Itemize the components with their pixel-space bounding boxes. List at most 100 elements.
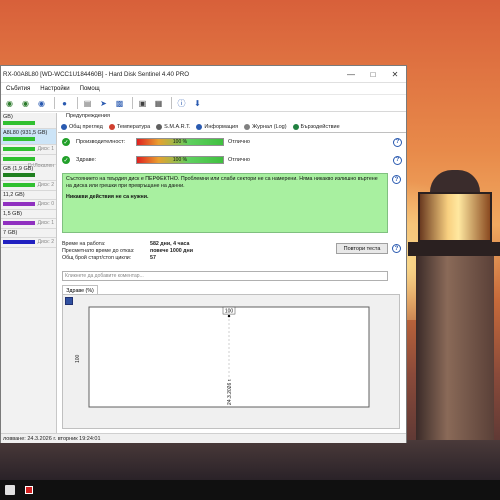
info-row: Пресметнато време до отказ: повече 1000 д… bbox=[62, 248, 262, 255]
disk-info-icon[interactable]: ◉ bbox=[35, 97, 48, 110]
help-icon[interactable]: ? bbox=[393, 137, 402, 147]
minimize-button[interactable]: — bbox=[340, 66, 362, 83]
disk-entry-0[interactable]: GB) bbox=[1, 113, 56, 129]
tab-performance[interactable]: Бързодействие bbox=[290, 124, 343, 130]
save-icon[interactable] bbox=[65, 297, 73, 305]
toolbar: ◉ ◉ ◉ ● ▤ ➤ ▩ ▣ ▦ ⓘ ⬇ bbox=[1, 95, 406, 112]
tab-label: Температура bbox=[116, 124, 151, 130]
status-action: Никакви действия не са нужни. bbox=[66, 193, 149, 200]
disk-list-panel: GB) A8L80 (931,5 GB) Диск: 1 D:\Локален … bbox=[1, 113, 57, 433]
info-key: Пресметнато време до отказ: bbox=[62, 248, 135, 254]
disk-label: A8L80 (931,5 GB) bbox=[3, 130, 48, 136]
disk-health-bar bbox=[3, 240, 35, 244]
app-taskbar-icon[interactable] bbox=[25, 486, 33, 494]
info-row: Общ брой старт/стоп цикли: 57 bbox=[62, 255, 262, 262]
tab-smart[interactable]: S.M.A.R.T. bbox=[153, 124, 193, 130]
info-value: 582 дни, 4 часа bbox=[150, 241, 190, 247]
ground bbox=[0, 440, 500, 480]
disk-health-bar bbox=[3, 121, 35, 125]
tab-bar: Общ преглед Температура S.M.A.R.T. Инфор… bbox=[58, 122, 406, 133]
tab-log[interactable]: Журнал (Log) bbox=[241, 124, 289, 130]
menu-events[interactable]: Събития bbox=[1, 86, 35, 92]
metric-label: Здраве: bbox=[76, 157, 97, 163]
performance-meter: 100 % bbox=[136, 138, 224, 146]
disk-entry-11[interactable]: Диск: 2 bbox=[1, 238, 56, 248]
disk-sub-label: Диск: 1 bbox=[37, 220, 54, 226]
tab-overview[interactable]: Общ преглед bbox=[58, 124, 106, 130]
menu-settings[interactable]: Настройки bbox=[35, 86, 74, 92]
help-icon[interactable]: ? bbox=[392, 175, 401, 184]
metric-status: Отлично bbox=[228, 139, 250, 145]
data-label: 100 bbox=[225, 309, 234, 315]
globe-icon[interactable]: ● bbox=[58, 97, 71, 110]
title-bar[interactable]: RX-00A8L80 [WD-WCC1U184460B] - Hard Disk… bbox=[1, 66, 406, 83]
tab-warnings[interactable]: Предупреждения bbox=[58, 113, 406, 122]
tab-temperature[interactable]: Температура bbox=[106, 124, 153, 130]
lighthouse-roof bbox=[430, 170, 480, 192]
toolbar-separator bbox=[132, 97, 133, 109]
close-button[interactable]: ✕ bbox=[384, 66, 406, 83]
menu-bar: Събития Настройки Помощ bbox=[1, 83, 406, 95]
disk-entry-3[interactable]: D:\Локален bbox=[1, 155, 56, 169]
disk-health-bar bbox=[3, 147, 35, 151]
toolbar-separator bbox=[54, 97, 55, 109]
info-value: повече 1000 дни bbox=[150, 248, 194, 254]
performance-row: ✓ Производителност: 100 % Отлично ? bbox=[62, 136, 402, 148]
repeat-test-button[interactable]: Повтори теста bbox=[336, 243, 388, 254]
document-icon[interactable]: ▤ bbox=[81, 97, 94, 110]
comment-input[interactable]: Кликнете да добавите коментар... bbox=[62, 271, 388, 281]
disk-check-icon[interactable]: ◉ bbox=[19, 97, 32, 110]
disk-sub-label: Диск: 2 bbox=[37, 182, 54, 188]
health-chart-area: 24.3.2026 г. 100 100 bbox=[62, 294, 400, 429]
status-bar: ловване: 24.3.2026 г. вторник 19:24:01 bbox=[1, 433, 406, 443]
disk-entry-9[interactable]: Диск: 1 bbox=[1, 219, 56, 229]
tab-label: Журнал (Log) bbox=[252, 124, 287, 130]
report-icon[interactable]: ▩ bbox=[113, 97, 126, 110]
check-icon: ✓ bbox=[62, 156, 70, 164]
info-row: Време на работа: 582 дни, 4 часа bbox=[62, 241, 262, 248]
options-icon[interactable]: ▦ bbox=[152, 97, 165, 110]
send-icon[interactable]: ➤ bbox=[97, 97, 110, 110]
info-icon bbox=[196, 124, 203, 130]
disk-entry-1[interactable]: A8L80 (931,5 GB) bbox=[1, 129, 56, 145]
disk-entry-6[interactable]: 11,2 GB) bbox=[1, 191, 56, 200]
health-chart: 24.3.2026 г. 100 100 bbox=[75, 306, 370, 408]
monitor-icon[interactable]: ▣ bbox=[136, 97, 149, 110]
help-icon[interactable]: ⓘ bbox=[175, 97, 188, 110]
disk-entry-8[interactable]: 1,5 GB) bbox=[1, 210, 56, 219]
tab-label: Общ преглед bbox=[69, 124, 103, 130]
disk-info-block: Време на работа: 582 дни, 4 часа Пресметн… bbox=[62, 241, 262, 262]
tab-information[interactable]: Информация bbox=[193, 124, 241, 130]
log-icon bbox=[244, 124, 251, 130]
lighthouse-lantern bbox=[418, 192, 492, 242]
disk-label: GB) bbox=[3, 114, 13, 120]
disk-entry-10[interactable]: 7 GB) bbox=[1, 229, 56, 238]
help-icon[interactable]: ? bbox=[393, 155, 402, 165]
toolbar-separator bbox=[77, 97, 78, 109]
check-icon: ✓ bbox=[62, 138, 70, 146]
disk-sub-label: Диск: 0 bbox=[37, 201, 54, 207]
disk-label: 7 GB) bbox=[3, 230, 18, 236]
start-icon[interactable] bbox=[5, 485, 15, 495]
disk-health-bar bbox=[3, 173, 35, 177]
disk-label: 1,5 GB) bbox=[3, 211, 22, 217]
app-window: RX-00A8L80 [WD-WCC1U184460B] - Hard Disk… bbox=[0, 65, 407, 443]
menu-help[interactable]: Помощ bbox=[75, 86, 105, 92]
tab-label: Информация bbox=[204, 124, 239, 130]
help-icon[interactable]: ? bbox=[392, 244, 401, 253]
disk-refresh-icon[interactable]: ◉ bbox=[3, 97, 16, 110]
disk-entry-2[interactable]: Диск: 1 bbox=[1, 145, 56, 155]
performance-icon bbox=[292, 124, 299, 130]
maximize-button[interactable]: □ bbox=[362, 66, 384, 83]
health-row: ✓ Здраве: 100 % Отлично ? bbox=[62, 154, 402, 166]
disk-entry-5[interactable]: Диск: 2 bbox=[1, 181, 56, 191]
update-icon[interactable]: ⬇ bbox=[191, 97, 204, 110]
disk-health-bar bbox=[3, 183, 35, 187]
tab-label: S.M.A.R.T. bbox=[164, 124, 191, 130]
overview-icon bbox=[61, 124, 67, 130]
y-axis-label: 100 bbox=[75, 354, 81, 363]
disk-entry-7[interactable]: Диск: 0 bbox=[1, 200, 56, 210]
lighthouse-gallery bbox=[408, 242, 500, 256]
metric-status: Отлично bbox=[228, 157, 250, 163]
health-meter: 100 % bbox=[136, 156, 224, 164]
